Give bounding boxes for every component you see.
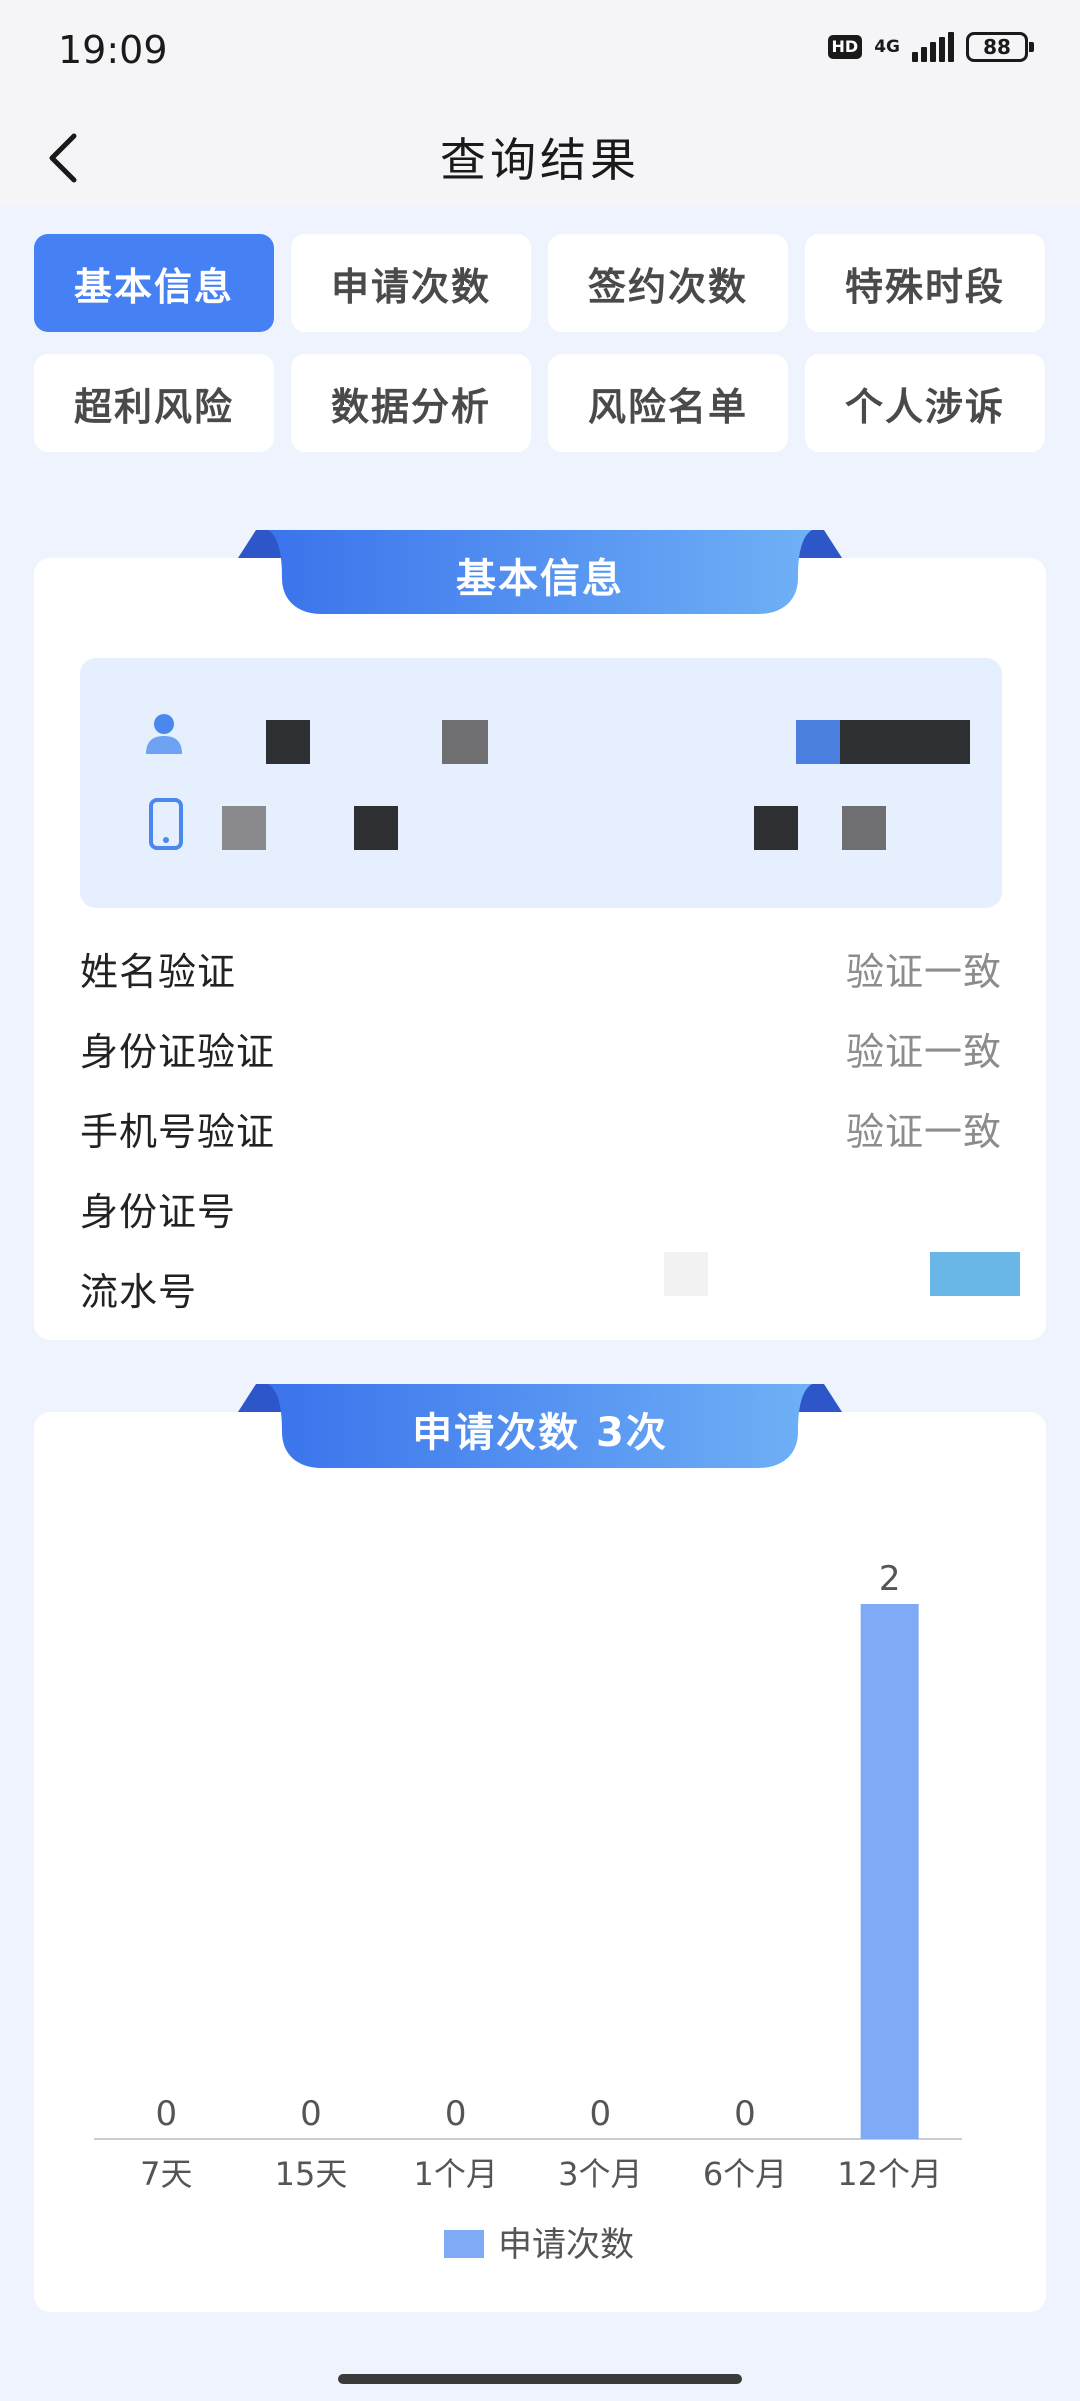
bar-value-label: 0 [734, 2094, 756, 2134]
nav-bar: 查询结果 [0, 110, 1080, 206]
info-label: 流水号 [80, 1269, 198, 1314]
redacted-block [442, 720, 488, 764]
x-tick-label: 1个月 [413, 2155, 497, 2193]
x-tick-label: 12个月 [837, 2155, 942, 2193]
redacted-block [222, 806, 266, 850]
tab-apply-count[interactable]: 申请次数 [291, 234, 531, 332]
category-tabs: 基本信息 申请次数 签约次数 特殊时段 超利风险 数据分析 风险名单 个人涉诉 [34, 234, 1046, 452]
info-label: 身份证验证 [80, 1029, 276, 1074]
redacted-block [796, 720, 840, 764]
signal-icon [912, 32, 954, 62]
redacted-block [664, 1252, 708, 1296]
battery-icon: 88 [966, 32, 1034, 62]
tab-special-period[interactable]: 特殊时段 [805, 234, 1045, 332]
x-tick-label: 7天 [140, 2155, 192, 2193]
info-row-serial-number: 流水号 [80, 1258, 1002, 1318]
status-icons: HD 4G 88 [827, 32, 1034, 62]
redacted-block [354, 806, 398, 850]
bar-value-label: 0 [590, 2094, 612, 2134]
tab-basic-info[interactable]: 基本信息 [34, 234, 274, 332]
profile-box [80, 658, 1002, 908]
person-icon [146, 714, 182, 754]
network-label: 4G [874, 37, 900, 57]
x-tick-label: 15天 [275, 2155, 348, 2193]
page-title: 查询结果 [440, 133, 640, 187]
bar-value-label: 0 [156, 2094, 178, 2134]
legend-label: 申请次数 [498, 2225, 634, 2265]
tab-data-analysis[interactable]: 数据分析 [291, 354, 531, 452]
redacted-block [840, 720, 970, 764]
status-time: 19:09 [58, 28, 168, 72]
basic-info-card: 基本信息 姓名验证 验证一致 身份证验证 验证一致 手机号验证 验证一致 身份证… [34, 530, 1046, 1340]
info-row-id-number: 身份证号 [80, 1178, 1002, 1238]
info-label: 姓名验证 [80, 949, 237, 994]
info-row-id-verify: 身份证验证 验证一致 [80, 1018, 1002, 1078]
basic-info-title: 基本信息 [456, 556, 624, 602]
bar-value-label: 0 [300, 2094, 322, 2134]
info-value: 验证一致 [845, 949, 1002, 994]
apply-count-card: 申请次数 3次 0 7天 0 15天 0 1个月 0 3个月 0 6个月 2 12个月 申请次数 [34, 1384, 1046, 2312]
home-indicator[interactable] [338, 2374, 742, 2384]
info-value: 验证一致 [845, 1029, 1002, 1074]
phone-icon [149, 798, 183, 850]
info-label: 身份证号 [80, 1189, 237, 1234]
info-row-name-verify: 姓名验证 验证一致 [80, 938, 1002, 998]
bar-value-label: 0 [445, 2094, 467, 2134]
status-bar: 19:09 HD 4G 88 [0, 0, 1080, 110]
apply-count-chart: 0 7天 0 15天 0 1个月 0 3个月 0 6个月 2 12个月申请次数 [94, 1559, 962, 2265]
tab-personal-litigation[interactable]: 个人涉诉 [805, 354, 1045, 452]
redacted-block [842, 806, 886, 850]
x-tick-label: 3个月 [558, 2155, 642, 2193]
redacted-block [266, 720, 310, 764]
info-row-phone-verify: 手机号验证 验证一致 [80, 1098, 1002, 1158]
info-value: 验证一致 [845, 1109, 1002, 1154]
tab-sign-count[interactable]: 签约次数 [548, 234, 788, 332]
bar [860, 1604, 919, 2139]
x-tick-label: 6个月 [703, 2155, 787, 2193]
bar-value-label: 2 [879, 1559, 901, 1599]
redacted-block [754, 806, 798, 850]
tab-excess-risk[interactable]: 超利风险 [34, 354, 274, 452]
redacted-block [930, 1252, 1020, 1296]
tab-risk-list[interactable]: 风险名单 [548, 354, 788, 452]
info-label: 手机号验证 [80, 1109, 276, 1154]
basic-info-ribbon: 基本信息 [238, 528, 842, 618]
hd-icon: HD [827, 35, 863, 59]
legend-swatch [444, 2230, 484, 2258]
